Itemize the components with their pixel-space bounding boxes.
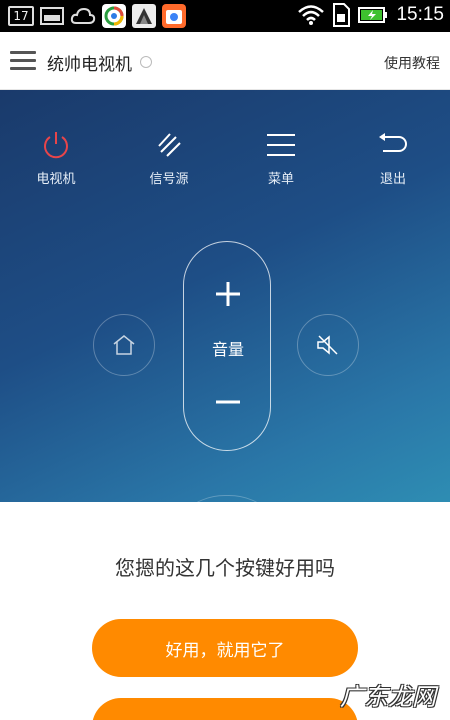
watermark: 广东龙网 [340,683,436,711]
volume-up-button[interactable] [184,274,272,314]
tutorial-link[interactable]: 使用教程 [384,53,440,73]
app-icon [132,4,156,28]
exit-label: 退出 [379,172,406,187]
menu-icon [267,134,295,156]
volume-down-button[interactable] [184,382,272,422]
menu-button[interactable]: 菜单 [241,128,321,187]
feedback-sheet: 您摁的这几个按键好用吗 好用，就用它了 不好用，换一个试试吧 广东龙网 [0,502,450,720]
app-bar: 统帅电视机 使用教程 [0,32,450,90]
volume-control: 音量 [183,241,271,451]
battery-charging-icon [358,7,388,23]
volume-label: 音量 [211,340,244,359]
clock: 15:15 [396,4,444,25]
feedback-question: 您摁的这几个按键好用吗 [115,556,335,580]
mute-icon [317,335,338,355]
image-icon [40,7,64,25]
minus-icon [216,400,240,404]
notification-badge: 17 [8,6,34,26]
store-icon [162,4,186,28]
home-button[interactable] [93,314,155,376]
dpad-arc-divider [165,495,289,502]
power-label: 电视机 [36,172,76,187]
try-another-button[interactable]: 不好用，换一个试试吧 [92,698,358,720]
sim-icon [333,3,351,27]
exit-button[interactable]: 退出 [353,128,433,187]
signal-source-icon [158,133,181,157]
menu-drawer-icon[interactable] [10,51,36,71]
back-icon [379,133,407,152]
cloud-icon [70,7,96,24]
mute-button[interactable] [297,314,359,376]
home-icon [113,335,135,355]
remote-panel: 电视机 信号源 菜单 退出 音量 [0,90,450,502]
connection-status-icon [140,56,152,68]
signal-source-button[interactable]: 信号源 [129,128,209,187]
menu-label: 菜单 [267,172,294,187]
power-icon [44,132,68,159]
wifi-icon [298,5,325,25]
plus-icon [216,282,240,306]
browser-icon [102,4,126,28]
device-title[interactable]: 统帅电视机 [47,50,132,75]
status-bar: 17 15:15 [0,0,450,32]
works-well-button[interactable]: 好用，就用它了 [92,619,358,677]
power-button[interactable]: 电视机 [16,128,96,187]
signal-source-label: 信号源 [149,172,189,187]
